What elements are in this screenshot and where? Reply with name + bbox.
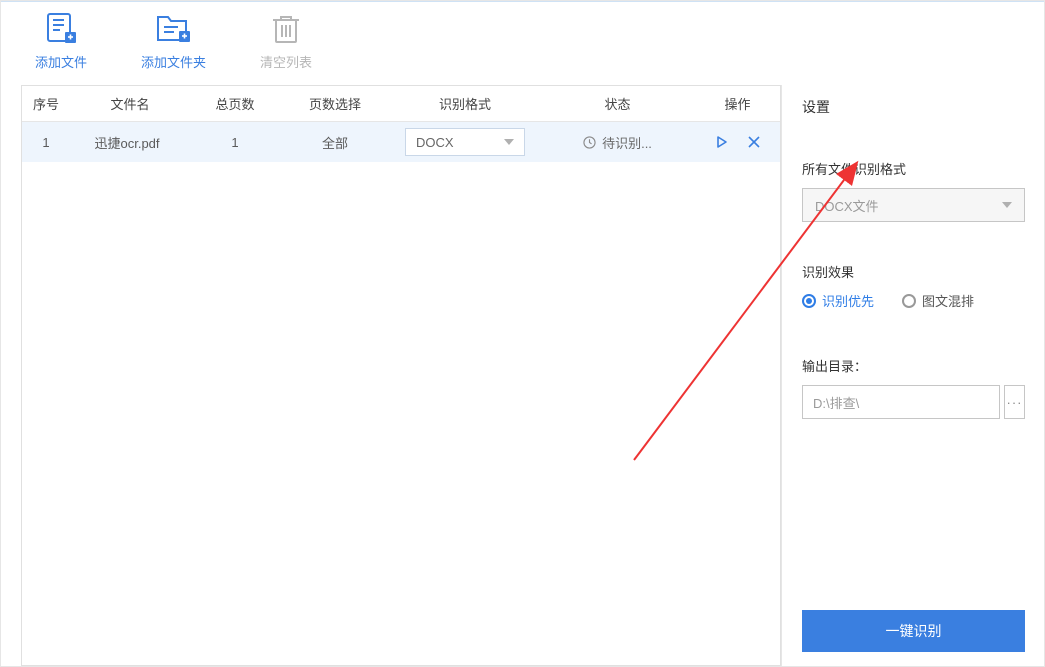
cell-action: [695, 135, 780, 149]
output-path-input[interactable]: [802, 385, 1000, 419]
toolbar: 添加文件 添加文件夹 清空列表: [1, 2, 1044, 79]
format-value: DOCX文件: [815, 196, 879, 215]
close-icon[interactable]: [747, 135, 761, 149]
add-file-button[interactable]: 添加文件: [31, 12, 91, 71]
clear-list-button[interactable]: 清空列表: [256, 12, 316, 71]
cell-format: DOCX: [390, 128, 540, 156]
clear-list-label: 清空列表: [260, 52, 312, 71]
add-file-icon: [43, 12, 79, 46]
row-format-dropdown[interactable]: DOCX: [405, 128, 525, 156]
radio-icon: [802, 294, 816, 308]
cell-total-pages: 1: [190, 135, 280, 150]
table-row[interactable]: 1 迅捷ocr.pdf 1 全部 DOCX 待识别...: [22, 122, 780, 162]
th-status: 状态: [540, 94, 695, 113]
cell-index: 1: [22, 135, 70, 150]
th-page-select: 页数选择: [280, 94, 390, 113]
th-total-pages: 总页数: [190, 94, 280, 113]
cell-page-select: 全部: [280, 133, 390, 152]
settings-title: 设置: [802, 97, 1025, 117]
radio-priority[interactable]: 识别优先: [802, 291, 874, 310]
add-folder-label: 添加文件夹: [141, 52, 206, 71]
effect-radio-group: 识别优先 图文混排: [802, 291, 1025, 310]
th-index: 序号: [22, 94, 70, 113]
chevron-down-icon: [504, 139, 514, 145]
browse-button[interactable]: ···: [1004, 385, 1025, 419]
add-folder-icon: [156, 12, 192, 46]
status-text: 待识别...: [602, 133, 652, 152]
cell-status: 待识别...: [540, 133, 695, 152]
radio-icon: [902, 294, 916, 308]
th-filename: 文件名: [70, 94, 190, 113]
table-header: 序号 文件名 总页数 页数选择 识别格式 状态 操作: [22, 86, 780, 122]
trash-icon: [268, 12, 304, 46]
clock-icon: [583, 136, 596, 149]
effect-label: 识别效果: [802, 262, 1025, 281]
file-table: 序号 文件名 总页数 页数选择 识别格式 状态 操作 1 迅捷ocr.pdf 1…: [21, 85, 781, 666]
radio-mixed[interactable]: 图文混排: [902, 291, 974, 310]
output-label: 输出目录：: [802, 356, 1025, 375]
th-format: 识别格式: [390, 94, 540, 113]
radio-mixed-label: 图文混排: [922, 291, 974, 310]
settings-pane: 设置 所有文件识别格式 DOCX文件 识别效果 识别优先 图文混排 输出目录：: [781, 85, 1045, 666]
format-label: 所有文件识别格式: [802, 159, 1025, 178]
add-folder-button[interactable]: 添加文件夹: [141, 12, 206, 71]
th-action: 操作: [695, 94, 780, 113]
recognize-button[interactable]: 一键识别: [802, 610, 1025, 652]
radio-priority-label: 识别优先: [822, 291, 874, 310]
format-dropdown[interactable]: DOCX文件: [802, 188, 1025, 222]
chevron-down-icon: [1002, 202, 1012, 208]
row-format-value: DOCX: [416, 135, 454, 150]
add-file-label: 添加文件: [35, 52, 87, 71]
play-icon[interactable]: [715, 135, 729, 149]
file-list-pane: 序号 文件名 总页数 页数选择 识别格式 状态 操作 1 迅捷ocr.pdf 1…: [21, 85, 781, 666]
cell-filename: 迅捷ocr.pdf: [70, 133, 190, 152]
